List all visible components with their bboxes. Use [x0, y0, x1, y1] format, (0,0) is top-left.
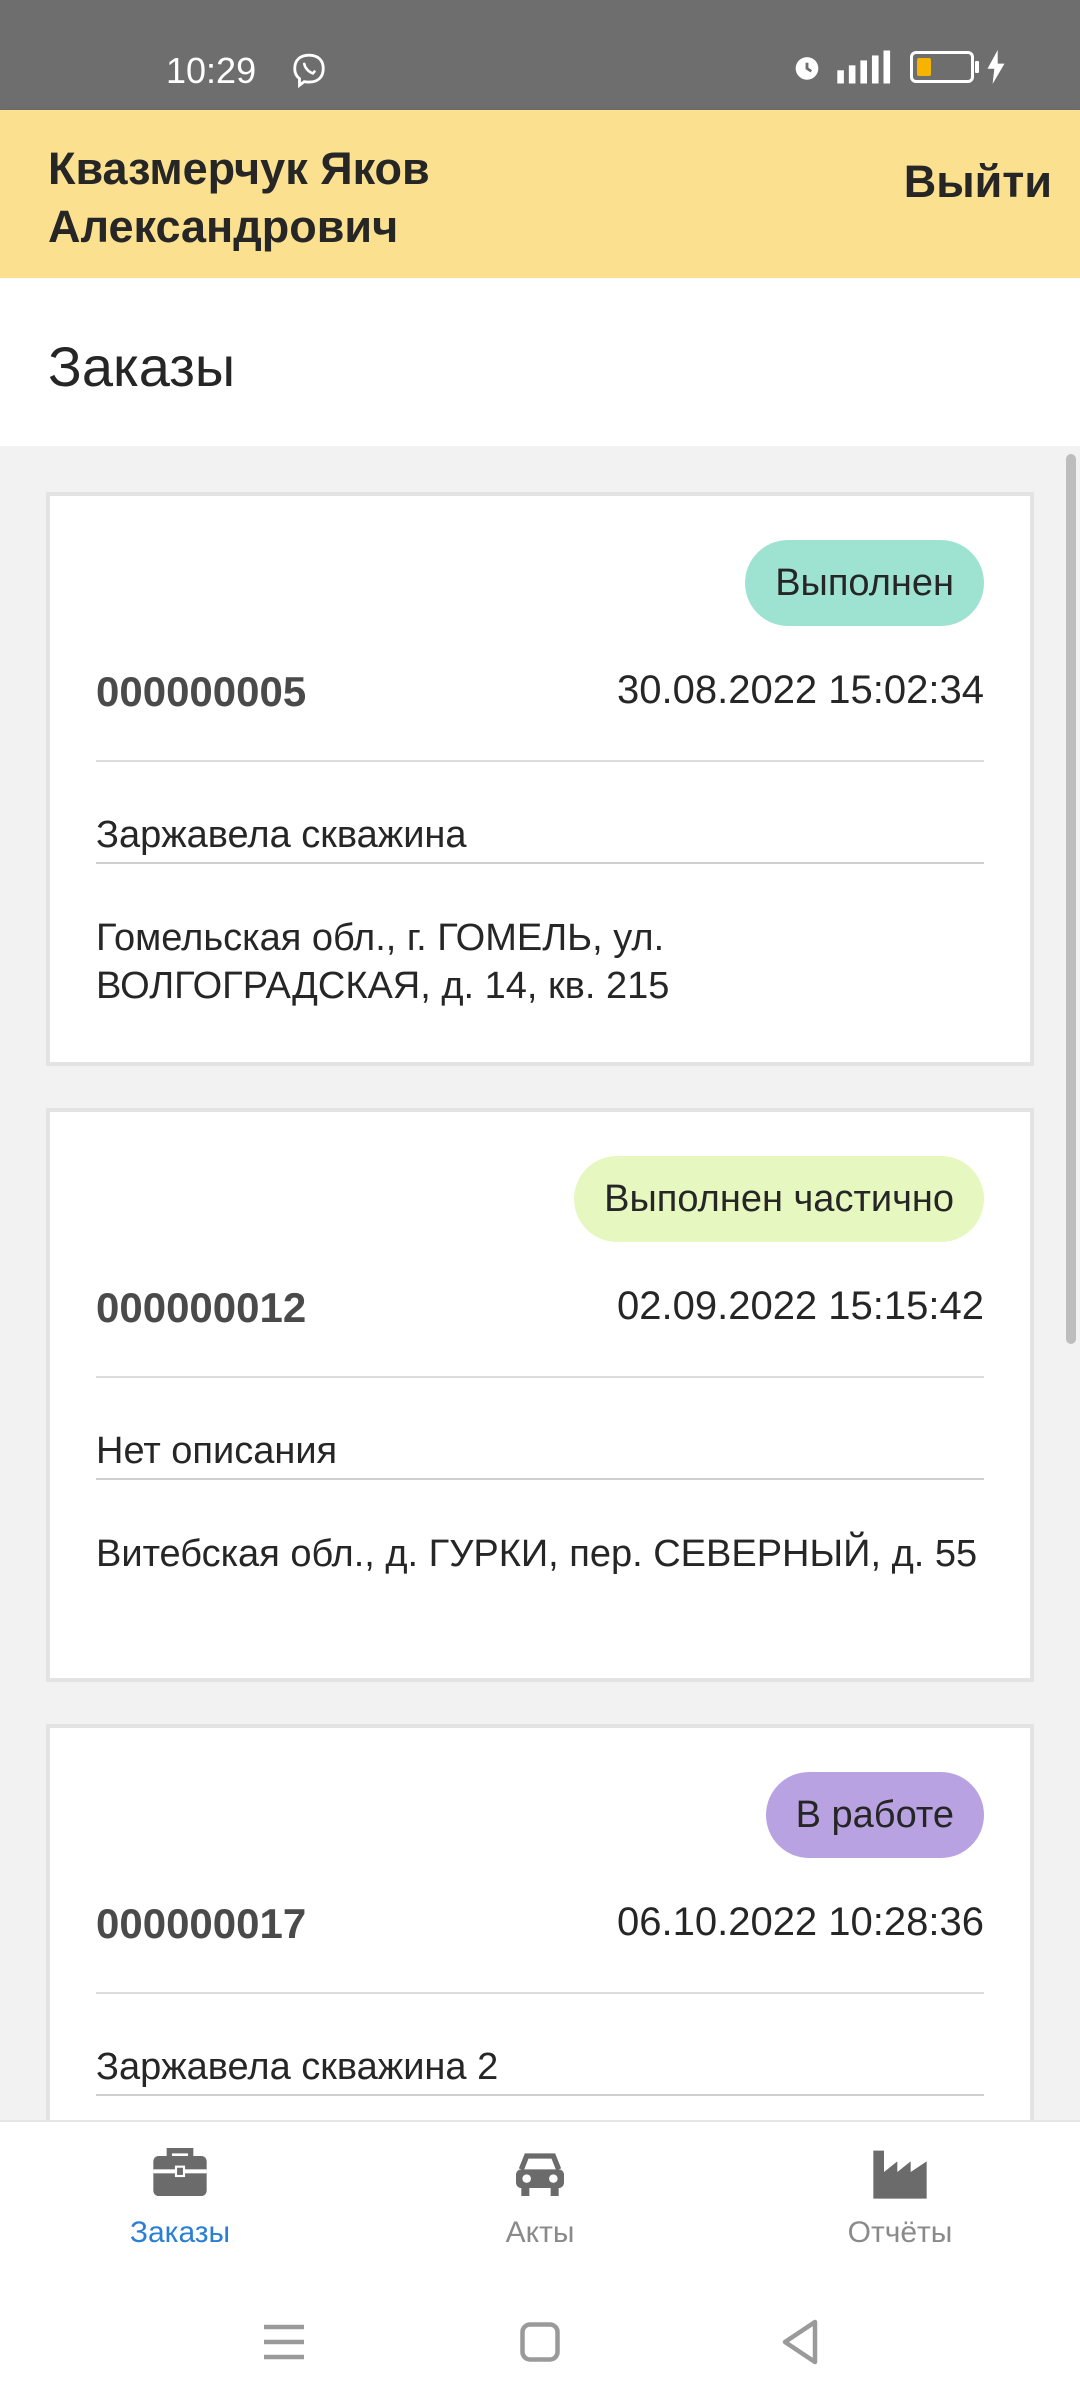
tab-acts[interactable]: Акты: [420, 2140, 660, 2250]
tab-orders-label: Заказы: [129, 2216, 231, 2249]
divider: [96, 1992, 984, 1994]
tab-acts-label: Акты: [505, 2216, 575, 2249]
status-time: 10:29: [166, 50, 257, 91]
user-name-line1: Квазмерчук Яков: [48, 143, 430, 194]
app-header: Квазмерчук Яков Александрович Выйти: [0, 110, 1080, 278]
page-title: Заказы: [48, 335, 236, 398]
menu-icon[interactable]: [254, 2312, 314, 2372]
status-badge: Выполнен: [745, 540, 984, 626]
tab-reports[interactable]: Отчёты: [780, 2140, 1020, 2250]
system-navigation: [0, 2282, 1080, 2400]
tab-orders[interactable]: Заказы: [60, 2140, 300, 2250]
status-badge: В работе: [765, 1772, 984, 1858]
status-icons: [790, 50, 1008, 84]
user-name: Квазмерчук Яков Александрович: [48, 140, 430, 256]
order-card[interactable]: Выполнен 000000005 30.08.2022 15:02:34 З…: [46, 492, 1034, 1066]
divider: [96, 760, 984, 762]
scrollbar[interactable]: [1066, 454, 1076, 1344]
home-icon[interactable]: [510, 2312, 570, 2372]
order-description: Заржавела скважина: [96, 814, 467, 856]
order-date: 06.10.2022 10:28:36: [616, 1900, 984, 1944]
battery-icon: [910, 51, 979, 83]
factory-icon: [873, 2150, 927, 2199]
briefcase-icon: [153, 2148, 207, 2196]
tab-reports-label: Отчёты: [847, 2216, 953, 2249]
order-number: 000000017: [96, 1900, 307, 1947]
order-address: Витебская обл., д. ГУРКИ, пер. СЕВЕРНЫЙ,…: [96, 1533, 978, 1575]
divider: [96, 2094, 984, 2096]
order-address: Гомельская обл., г. ГОМЕЛЬ, ул. ВОЛГОГРА…: [96, 917, 670, 1007]
user-name-line2: Александрович: [48, 201, 399, 252]
status-bar: 10:29: [0, 0, 1080, 110]
order-date: 02.09.2022 15:15:42: [616, 1284, 984, 1328]
divider: [96, 1376, 984, 1378]
status-badge: Выполнен частично: [574, 1156, 984, 1242]
charging-icon: [987, 50, 1005, 84]
order-number: 000000012: [96, 1284, 307, 1331]
orders-list[interactable]: Выполнен 000000005 30.08.2022 15:02:34 З…: [0, 446, 1080, 2120]
car-icon: [516, 2153, 564, 2196]
divider: [96, 1478, 984, 1480]
divider: [96, 862, 984, 864]
order-card[interactable]: В работе 000000017 06.10.2022 10:28:36 З…: [46, 1724, 1034, 2120]
order-card[interactable]: Выполнен частично 000000012 02.09.2022 1…: [46, 1108, 1034, 1682]
order-description: Нет описания: [96, 1430, 338, 1472]
logout-button[interactable]: Выйти: [904, 156, 1052, 208]
order-number: 000000005: [96, 668, 307, 715]
order-date: 30.08.2022 15:02:34: [616, 668, 984, 712]
order-description: Заржавела скважина 2: [96, 2046, 499, 2088]
viber-icon: [293, 53, 325, 89]
page-header: Заказы: [0, 278, 1080, 446]
back-icon[interactable]: [770, 2312, 830, 2372]
alarm-icon: [795, 57, 819, 80]
bottom-navigation: Заказы Акты Отчёты: [0, 2120, 1080, 2282]
signal-icon: [837, 50, 891, 84]
